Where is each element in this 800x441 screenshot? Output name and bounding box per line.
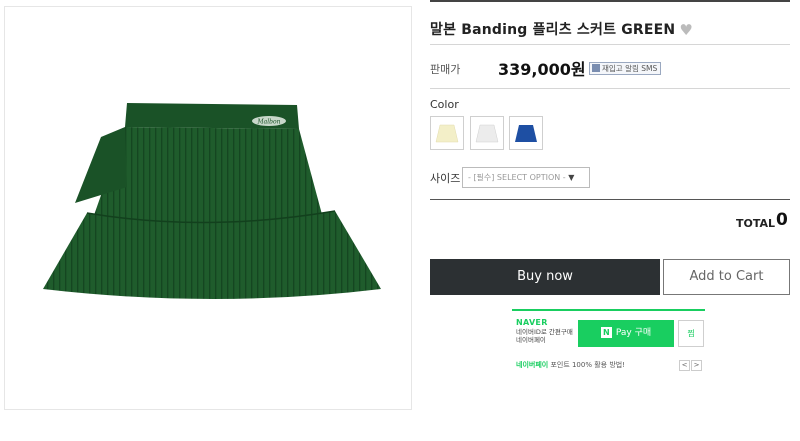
price-value: 339,000원 xyxy=(498,60,586,79)
total-value: 0 xyxy=(776,210,788,230)
skirt-thumbnail-icon xyxy=(435,124,459,143)
color-label: Color xyxy=(430,98,459,111)
naver-pay-button[interactable]: N Pay 구매 xyxy=(578,320,674,347)
skirt-thumbnail-icon xyxy=(515,125,537,142)
naver-divider xyxy=(512,309,705,311)
swatch-blue[interactable] xyxy=(509,116,543,150)
size-select[interactable]: - [필수] SELECT OPTION - ▼ xyxy=(462,167,590,188)
product-title-text: 말본 Banding 플리츠 스커트 GREEN xyxy=(430,22,676,38)
svg-text:Malbon: Malbon xyxy=(257,119,281,126)
naver-promo[interactable]: 네이버페이 포인트 100% 활용 방법! xyxy=(516,360,625,370)
promo-prev-button[interactable]: < xyxy=(679,360,690,371)
size-select-value: - [필수] SELECT OPTION - xyxy=(468,173,566,182)
swatch-white[interactable] xyxy=(470,116,504,150)
naver-pay-widget: NAVER 네이버ID로 간편구매 네이버페이 N Pay 구매 찜 네이버페이 … xyxy=(512,309,705,374)
naver-pay-label: Pay 구매 xyxy=(615,328,652,338)
options-divider xyxy=(430,199,790,200)
buy-now-button[interactable]: Buy now xyxy=(430,259,660,295)
price-label: 판매가 xyxy=(430,63,461,76)
naver-promo-brand: 네이버페이 xyxy=(516,361,549,369)
naver-n-icon: N xyxy=(600,327,612,338)
skirt-thumbnail-icon xyxy=(475,124,499,143)
sms-icon xyxy=(592,64,600,72)
skirt-illustration: Malbon xyxy=(43,103,381,299)
naver-promo-text: 포인트 100% 활용 방법! xyxy=(550,361,626,369)
restock-sms-button[interactable]: 재입고 알림 SMS xyxy=(589,62,662,75)
size-label: 사이즈 xyxy=(430,172,461,185)
restock-sms-label: 재입고 알림 SMS xyxy=(602,64,658,73)
product-image: Malbon xyxy=(4,6,412,410)
naver-wish-button[interactable]: 찜 xyxy=(678,320,704,347)
naver-logo: NAVER xyxy=(516,318,548,327)
heart-icon[interactable]: ♥ xyxy=(679,21,693,39)
total-label: TOTAL xyxy=(736,217,776,230)
swatch-cream[interactable] xyxy=(430,116,464,150)
chevron-down-icon: ▼ xyxy=(568,173,575,182)
price-divider xyxy=(430,88,790,89)
title-divider xyxy=(430,44,790,45)
add-to-cart-button[interactable]: Add to Cart xyxy=(663,259,790,295)
promo-next-button[interactable]: > xyxy=(691,360,702,371)
top-divider xyxy=(430,0,790,2)
naver-description: 네이버ID로 간편구매 네이버페이 xyxy=(516,328,573,344)
product-title: 말본 Banding 플리츠 스커트 GREEN ♥ xyxy=(430,19,693,39)
